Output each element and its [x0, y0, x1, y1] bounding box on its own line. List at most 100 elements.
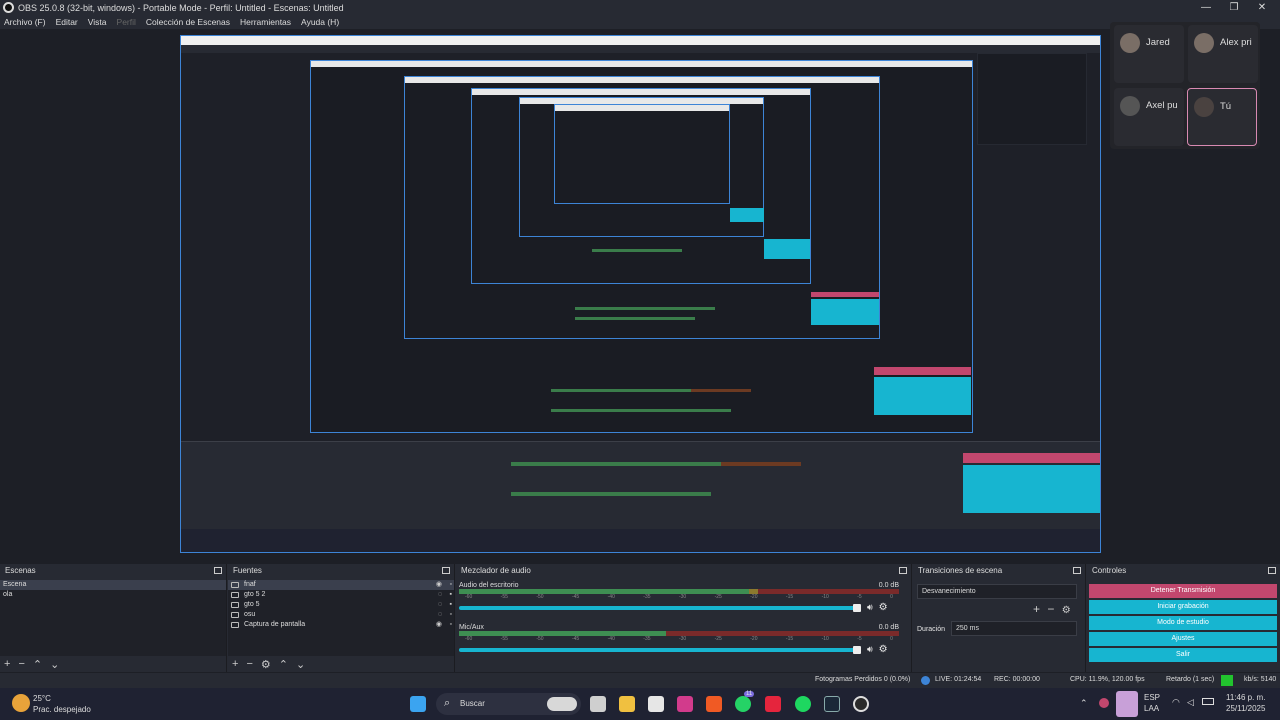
steam-icon[interactable]: [824, 696, 840, 712]
file-explorer-icon[interactable]: [619, 696, 635, 712]
float-icon[interactable]: [214, 567, 222, 574]
brave-icon[interactable]: [706, 696, 722, 712]
clock-time[interactable]: 11:46 p. m.: [1226, 693, 1265, 702]
list-item[interactable]: gto 5 ◌ ▪: [228, 600, 454, 610]
level-meter: [459, 631, 899, 636]
minimize-button[interactable]: —: [1192, 0, 1220, 15]
menu-perfil[interactable]: Perfil: [117, 17, 136, 27]
add-icon[interactable]: +: [232, 658, 238, 670]
lock-icon[interactable]: ▫: [450, 610, 452, 620]
lang-code[interactable]: ESP: [1144, 693, 1160, 702]
add-icon[interactable]: +: [4, 658, 10, 670]
gear-icon[interactable]: ⚙: [261, 658, 271, 671]
nested-window-5: [554, 104, 730, 204]
volume-icon[interactable]: ◁: [1187, 697, 1194, 708]
gear-icon[interactable]: ⚙: [1062, 605, 1071, 616]
spotify-icon[interactable]: [795, 696, 811, 712]
eye-icon[interactable]: ◌: [438, 590, 442, 600]
menu-herramientas[interactable]: Herramientas: [240, 17, 291, 27]
float-icon[interactable]: [1268, 567, 1276, 574]
instagram-icon[interactable]: [677, 696, 693, 712]
bitrate: kb/s: 5140: [1244, 676, 1277, 683]
lock-icon[interactable]: ▪: [450, 600, 452, 610]
windows-start-icon[interactable]: [410, 696, 426, 712]
move-down-icon[interactable]: ⌄: [296, 658, 305, 671]
remove-icon[interactable]: −: [18, 658, 24, 670]
settings-button[interactable]: Ajustes: [1089, 632, 1277, 646]
list-item[interactable]: osu ◌ ▫: [228, 610, 454, 620]
list-item[interactable]: gto 5 2 ◌ ▪: [228, 590, 454, 600]
float-icon[interactable]: [442, 567, 450, 574]
volume-slider[interactable]: [459, 645, 861, 654]
nested-title-bar: [181, 36, 1100, 45]
eye-icon[interactable]: ◉: [436, 580, 442, 590]
list-item[interactable]: Escena: [0, 580, 226, 590]
list-item[interactable]: fnaf ◉ ▫: [228, 580, 454, 590]
start-recording-button[interactable]: Iniciar grabación: [1089, 600, 1277, 614]
float-icon[interactable]: [1073, 567, 1081, 574]
wifi-icon[interactable]: ◠: [1172, 697, 1180, 708]
participant-tile-alex[interactable]: Alex pri: [1188, 25, 1258, 83]
lock-icon[interactable]: ▫: [450, 580, 452, 590]
maximize-button[interactable]: ❐: [1220, 0, 1248, 15]
remove-icon[interactable]: −: [1047, 602, 1054, 616]
nested-docks: [181, 441, 1100, 529]
participant-tile-axel[interactable]: Axel pu: [1114, 88, 1184, 146]
tray-app-icon[interactable]: [1099, 698, 1109, 708]
sources-header: Fuentes: [228, 564, 454, 578]
nested-call-box: [977, 53, 1087, 145]
eye-icon[interactable]: ◉: [436, 620, 442, 630]
add-icon[interactable]: +: [1033, 602, 1040, 616]
lock-icon[interactable]: ▫: [450, 620, 452, 630]
preview-canvas[interactable]: [180, 35, 1101, 553]
nested-capture: [181, 53, 1100, 453]
stop-streaming-button[interactable]: Detener Transmisión: [1089, 584, 1277, 598]
move-down-icon[interactable]: ⌄: [50, 658, 59, 671]
eye-icon[interactable]: ◌: [438, 610, 442, 620]
lock-icon[interactable]: ▪: [450, 590, 452, 600]
menu-bar: Archivo (F) Editar Vista Perfil Colecció…: [0, 15, 1280, 29]
menu-editar[interactable]: Editar: [56, 17, 78, 27]
mixer-header: Mezclador de audio: [456, 564, 911, 578]
transition-select[interactable]: Desvanecimiento: [917, 584, 1077, 599]
lang-layout[interactable]: LAA: [1144, 704, 1159, 713]
list-item[interactable]: Captura de pantalla ◉ ▫: [228, 620, 454, 630]
menu-ayuda[interactable]: Ayuda (H): [301, 17, 339, 27]
participant-tile-jared[interactable]: Jared: [1114, 25, 1184, 83]
volume-slider[interactable]: [459, 603, 861, 612]
battery-icon[interactable]: [1202, 698, 1214, 705]
chevron-up-icon[interactable]: ⌃: [1080, 698, 1088, 709]
speaker-icon[interactable]: 🔊︎: [867, 644, 873, 655]
participant-tile-self[interactable]: Tú: [1187, 88, 1257, 146]
scenes-header: Escenas: [0, 564, 226, 578]
rec-time: REC: 00:00:00: [994, 676, 1040, 683]
menu-archivo[interactable]: Archivo (F): [4, 17, 46, 27]
menu-coleccion-escenas[interactable]: Colección de Escenas: [146, 17, 230, 27]
whatsapp-icon[interactable]: [735, 696, 751, 712]
gear-icon[interactable]: ⚙: [879, 602, 888, 613]
clock-date[interactable]: 25/11/2025: [1226, 704, 1265, 713]
search-bar[interactable]: ⌕ Buscar: [436, 693, 581, 715]
task-view-icon[interactable]: [590, 696, 606, 712]
channel-db: 0.0 dB: [878, 582, 899, 589]
store-icon[interactable]: [648, 696, 664, 712]
move-up-icon[interactable]: ⌃: [279, 658, 288, 671]
eye-icon[interactable]: ◌: [438, 600, 442, 610]
weather-icon[interactable]: [12, 694, 30, 712]
menu-vista[interactable]: Vista: [88, 17, 107, 27]
close-button[interactable]: ✕: [1248, 0, 1276, 15]
search-placeholder: Buscar: [460, 699, 485, 708]
participant-name: Tú: [1220, 101, 1232, 112]
music-icon[interactable]: [765, 696, 781, 712]
studio-mode-button[interactable]: Modo de estudio: [1089, 616, 1277, 630]
gear-icon[interactable]: ⚙: [879, 644, 888, 655]
speaker-icon[interactable]: 🔊︎: [867, 602, 873, 613]
microphone-icon[interactable]: [1116, 691, 1138, 717]
remove-icon[interactable]: −: [246, 658, 252, 670]
float-icon[interactable]: [899, 567, 907, 574]
exit-button[interactable]: Salir: [1089, 648, 1277, 662]
list-item[interactable]: ola: [0, 590, 226, 600]
obs-taskbar-icon[interactable]: [853, 696, 869, 712]
duration-input[interactable]: 250 ms: [951, 621, 1077, 636]
move-up-icon[interactable]: ⌃: [33, 658, 42, 671]
